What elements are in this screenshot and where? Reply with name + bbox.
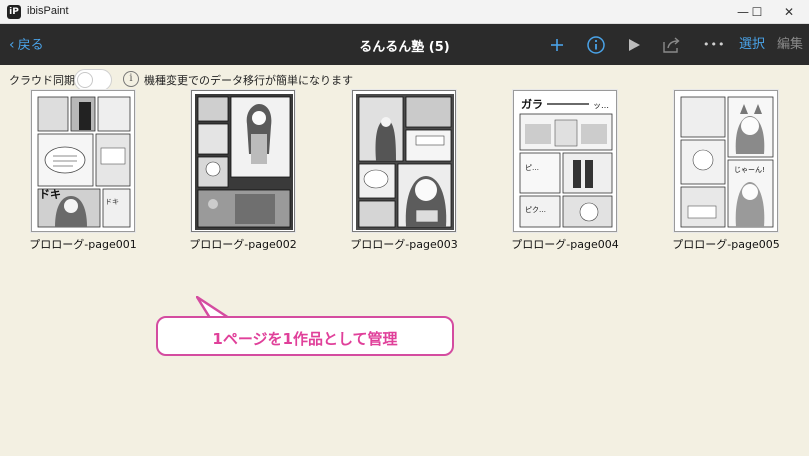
toggle-knob: [77, 72, 93, 88]
manga-page-thumbnail: [195, 94, 293, 230]
annotation-callout: 1ページを1作品として管理: [156, 316, 454, 356]
close-button[interactable]: ✕: [769, 0, 809, 24]
artwork-name: プロローグ-page005: [672, 238, 780, 251]
app-logo-icon: iP: [7, 5, 21, 19]
callout-text: 1ページを1作品として管理: [212, 330, 398, 348]
artwork-thumbnail[interactable]: じゃーん!: [674, 90, 778, 232]
app-toolbar: ‹ 戻る るんるん塾 (5) ••• 選択 編集: [0, 24, 809, 65]
svg-text:ドキ: ドキ: [105, 198, 119, 206]
manga-page-thumbnail: [356, 94, 454, 230]
folder-title: るんるん塾 (5): [359, 40, 450, 55]
artwork-name: プロローグ-page004: [511, 238, 619, 251]
window-title: ibisPaint: [27, 5, 69, 17]
cloud-sync-hint: 機種変更でのデータ移行が簡単になります: [144, 74, 353, 87]
artwork-thumbnail[interactable]: [191, 90, 295, 232]
info-icon[interactable]: i: [123, 71, 139, 87]
cloud-sync-label: クラウド同期: [9, 74, 75, 87]
back-button[interactable]: ‹ 戻る: [9, 36, 44, 54]
manga-page-thumbnail: ガラ ッ… ピ… ピク…: [517, 94, 615, 230]
back-label: 戻る: [17, 38, 44, 53]
edit-button[interactable]: 編集: [777, 37, 803, 53]
cloud-sync-row: クラウド同期 i 機種変更でのデータ移行が簡単になります: [0, 65, 809, 93]
chevron-left-icon: ‹: [9, 37, 15, 53]
svg-text:ッ…: ッ…: [593, 101, 609, 110]
artwork-thumbnail[interactable]: [352, 90, 456, 232]
select-button[interactable]: 選択: [739, 37, 765, 53]
manga-page-thumbnail: じゃーん!: [678, 94, 776, 230]
share-icon[interactable]: [660, 33, 684, 57]
artwork-thumbnail[interactable]: ガラ ッ… ピ… ピク…: [513, 90, 617, 232]
svg-text:ピク…: ピク…: [525, 206, 546, 214]
svg-text:ガラ: ガラ: [521, 97, 543, 111]
svg-text:ドキ: ドキ: [39, 188, 61, 201]
svg-text:ピ…: ピ…: [525, 164, 539, 172]
window-titlebar: iP ibisPaint — ☐ ✕: [0, 0, 809, 24]
artwork-name: プロローグ-page001: [29, 238, 137, 251]
play-icon[interactable]: [622, 33, 646, 57]
svg-text:じゃーん!: じゃーん!: [734, 166, 765, 174]
manga-page-thumbnail: ドキ ドキ: [35, 94, 133, 230]
info-icon[interactable]: [584, 33, 608, 57]
cloud-sync-toggle[interactable]: [74, 69, 112, 91]
more-icon[interactable]: •••: [703, 37, 725, 53]
artwork-name: プロローグ-page002: [189, 238, 297, 251]
artwork-thumbnail[interactable]: ドキ ドキ: [31, 90, 135, 232]
artwork-name: プロローグ-page003: [350, 238, 458, 251]
add-icon[interactable]: [545, 33, 569, 57]
